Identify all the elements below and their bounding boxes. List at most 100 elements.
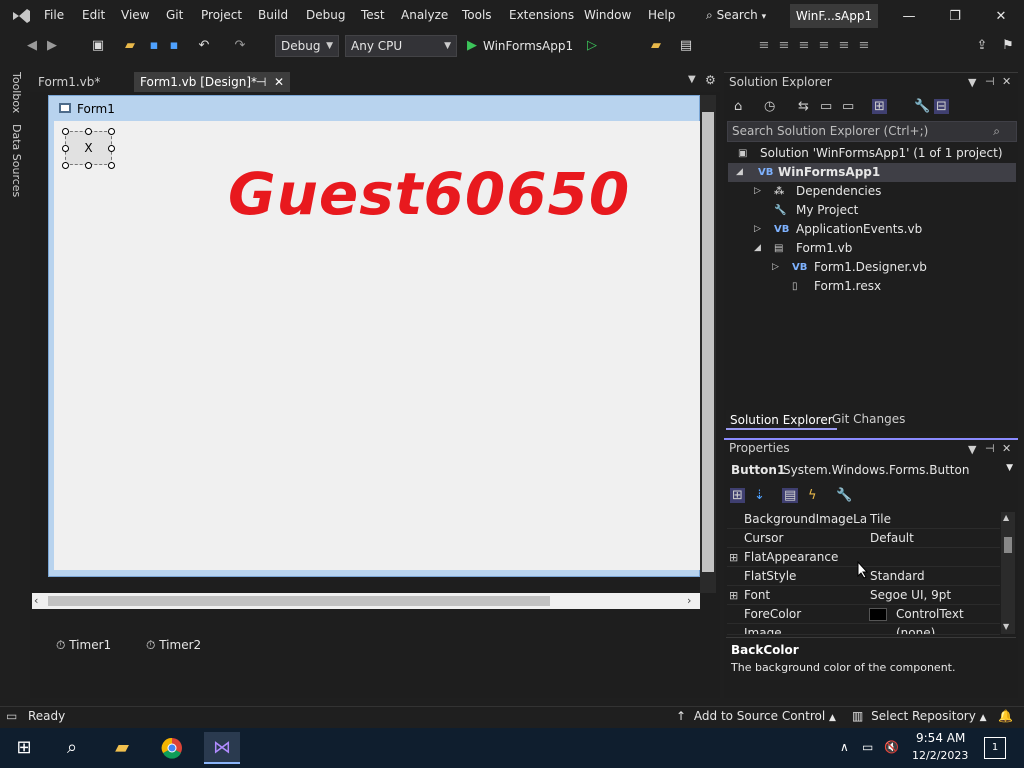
undo-icon[interactable]: ↶ [196, 38, 212, 54]
settings-gear-icon[interactable]: ⚙ [705, 73, 716, 87]
show-hidden-icons-icon[interactable]: ∧ [840, 740, 849, 754]
expand-plus-icon[interactable]: ⊞ [729, 548, 738, 567]
toolbox-tab[interactable]: Toolbox [10, 72, 23, 113]
resize-handle[interactable] [85, 128, 92, 135]
property-row[interactable]: ForeColor ControlText [727, 605, 1000, 624]
menu-view[interactable]: View [121, 8, 149, 22]
menu-debug[interactable]: Debug [306, 8, 345, 22]
property-row[interactable]: BackgroundImageLayo Tile [727, 510, 1000, 529]
panel-menu-icon[interactable]: ▼ [968, 76, 976, 89]
property-row[interactable]: ⊞ Font Segoe UI, 9pt [727, 586, 1000, 605]
close-tab-icon[interactable]: ✕ [274, 72, 284, 92]
property-value[interactable]: Segoe UI, 9pt [870, 586, 951, 605]
tree-form1[interactable]: ◢ ▤ Form1.vb [728, 239, 1016, 258]
maximize-button[interactable]: ❐ [932, 6, 978, 28]
tree-application-events[interactable]: ▷ VB ApplicationEvents.vb [728, 220, 1016, 239]
expanded-arrow-icon[interactable]: ◢ [754, 239, 761, 258]
align-middle-icon[interactable]: ≡ [836, 38, 852, 54]
feedback-icon[interactable]: ⚑ [1000, 38, 1016, 54]
navigate-forward-icon[interactable]: ▶ [44, 38, 60, 54]
resize-handle[interactable] [62, 128, 69, 135]
menu-tools[interactable]: Tools [462, 8, 492, 22]
properties-scrollbar[interactable] [1001, 512, 1015, 634]
panel-menu-icon[interactable]: ▼ [968, 443, 976, 456]
scroll-left-icon[interactable]: ‹ [34, 594, 38, 607]
layout-icon[interactable]: ▤ [678, 38, 694, 54]
menu-extensions[interactable]: Extensions [509, 8, 574, 22]
pin-icon[interactable]: ⊣ [985, 442, 995, 455]
align-left-icon[interactable]: ≡ [756, 38, 772, 54]
solution-name-badge[interactable]: WinF...sApp1 [790, 4, 878, 28]
switch-views-icon[interactable]: ⌂ [734, 99, 742, 114]
align-center-icon[interactable]: ≡ [776, 38, 792, 54]
data-sources-tab[interactable]: Data Sources [10, 124, 23, 197]
tree-form1-resx[interactable]: ▯ Form1.resx [728, 277, 1016, 296]
save-all-icon[interactable]: ▪ [166, 38, 182, 54]
property-value[interactable]: Standard [870, 567, 925, 586]
property-row[interactable]: Image (none) [727, 624, 1000, 635]
resize-handle[interactable] [85, 162, 92, 169]
timer1-component[interactable]: ⏱ Timer1 [56, 638, 111, 653]
windows-start-icon[interactable]: ⊞ [6, 732, 42, 764]
scroll-right-icon[interactable]: › [687, 594, 691, 607]
redo-icon[interactable]: ↷ [232, 38, 248, 54]
network-icon[interactable]: ▭ [862, 740, 873, 754]
filter-icon[interactable]: ⊞ [872, 99, 887, 114]
property-row[interactable]: Cursor Default [727, 529, 1000, 548]
collapsed-arrow-icon[interactable]: ▷ [754, 220, 761, 239]
chrome-icon[interactable] [154, 732, 190, 764]
horizontal-scroll-thumb[interactable] [48, 596, 550, 606]
collapse-all-icon[interactable]: ▭ [820, 99, 832, 114]
preview-icon[interactable]: ⊟ [934, 99, 949, 114]
tab-form1-code[interactable]: Form1.vb* [32, 72, 132, 92]
timer2-component[interactable]: ⏱ Timer2 [146, 638, 201, 653]
open-folder-icon[interactable]: ▰ [122, 38, 138, 54]
select-repository-button[interactable]: ▥ Select Repository ▲ [852, 709, 987, 723]
resize-handle[interactable] [108, 145, 115, 152]
menu-project[interactable]: Project [201, 8, 242, 22]
events-lightning-icon[interactable]: ϟ [808, 488, 817, 503]
tree-dependencies[interactable]: ▷ ⁂ Dependencies [728, 182, 1016, 201]
tree-project[interactable]: ◢ VB WinFormsApp1 [728, 163, 1016, 182]
properties-wrench-icon[interactable]: 🔧 [914, 99, 930, 114]
menu-analyze[interactable]: Analyze [401, 8, 448, 22]
menu-test[interactable]: Test [361, 8, 385, 22]
tab-form1-design[interactable]: Form1.vb [Design]* ⊣ ✕ [134, 72, 290, 92]
pin-icon[interactable]: ⊣ [985, 75, 995, 88]
align-bottom-icon[interactable]: ≡ [856, 38, 872, 54]
navigate-back-icon[interactable]: ◀ [24, 38, 40, 54]
file-explorer-icon[interactable]: ▰ [104, 732, 140, 764]
label-guest-name[interactable]: Guest60650 [228, 160, 630, 228]
sync-icon[interactable]: ⇆ [798, 99, 809, 114]
add-to-source-control-button[interactable]: ↑ Add to Source Control ▲ [676, 709, 836, 723]
scroll-up-icon[interactable]: ▲ [1003, 513, 1009, 522]
pending-changes-icon[interactable]: ◷ [764, 99, 775, 114]
tab-overflow-icon[interactable]: ▼ [688, 74, 696, 85]
align-right-icon[interactable]: ≡ [796, 38, 812, 54]
status-output-icon[interactable]: ▭ [6, 709, 17, 723]
close-window-button[interactable]: ✕ [978, 6, 1024, 28]
close-panel-icon[interactable]: ✕ [1002, 442, 1011, 455]
collapsed-arrow-icon[interactable]: ▷ [754, 182, 761, 201]
visual-studio-task-icon[interactable]: ⋈ [204, 732, 240, 764]
menu-build[interactable]: Build [258, 8, 288, 22]
scroll-down-icon[interactable]: ▼ [1003, 622, 1009, 631]
solution-configuration-select[interactable]: Debug ▼ [275, 35, 339, 57]
notification-center-icon[interactable]: 1 [984, 737, 1006, 759]
taskbar-time[interactable]: 9:54 AM [916, 731, 965, 745]
resize-handle[interactable] [62, 145, 69, 152]
menu-help[interactable]: Help [648, 8, 675, 22]
property-value[interactable]: Tile [870, 510, 891, 529]
tab-git-changes[interactable]: Git Changes [832, 412, 905, 426]
expand-plus-icon[interactable]: ⊞ [729, 586, 738, 605]
object-selector[interactable]: Button1 System.Windows.Forms.Button ▼ [727, 463, 1017, 481]
menu-edit[interactable]: Edit [82, 8, 105, 22]
volume-muted-icon[interactable]: 🔇 [884, 740, 899, 754]
vertical-scroll-thumb[interactable] [702, 112, 714, 572]
expanded-arrow-icon[interactable]: ◢ [736, 163, 743, 182]
start-without-debugging-icon[interactable]: ▷ [584, 38, 600, 54]
properties-view-icon[interactable]: ▤ [782, 488, 799, 503]
resize-handle[interactable] [108, 128, 115, 135]
property-pages-wrench-icon[interactable]: 🔧 [836, 488, 852, 503]
property-value[interactable]: Default [870, 529, 914, 548]
